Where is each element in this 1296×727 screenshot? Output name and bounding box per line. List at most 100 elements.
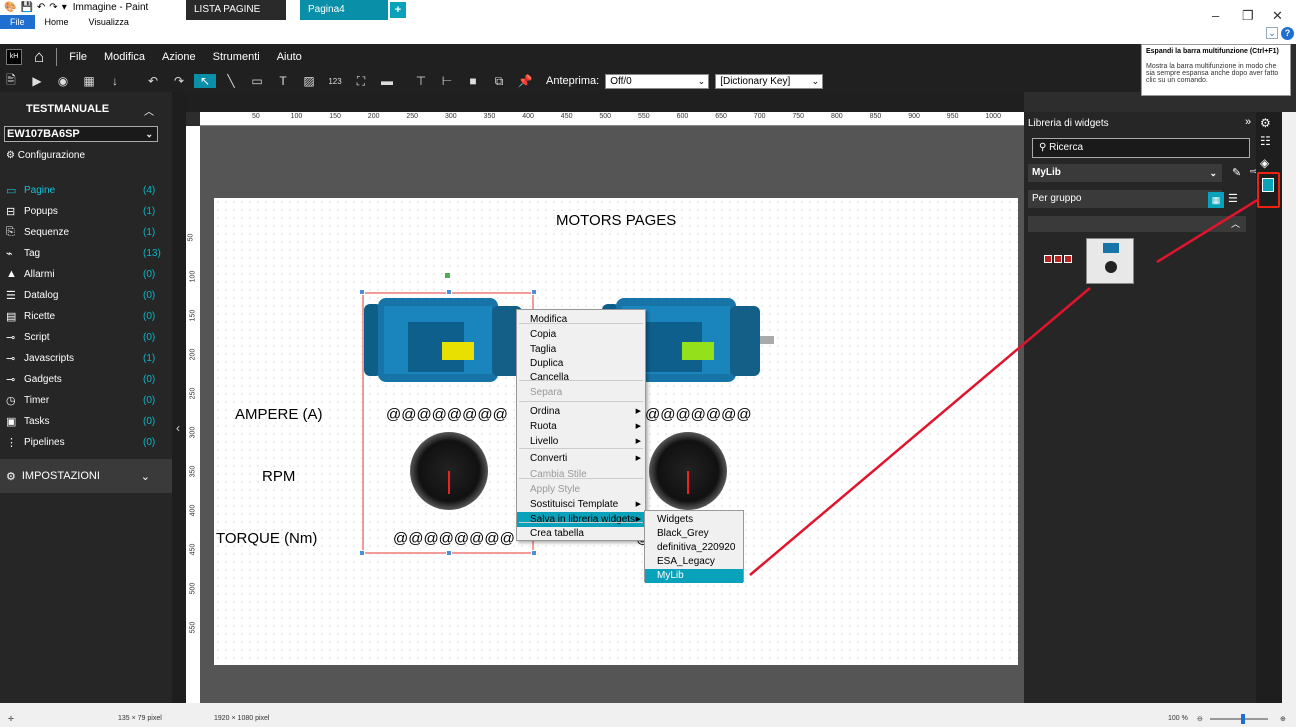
list-view-icon[interactable]: ☰ <box>1228 192 1238 205</box>
context-menu-item[interactable]: Taglia <box>517 342 645 357</box>
tab-pagina4[interactable]: Pagina4 <box>300 0 388 20</box>
tab-page-list[interactable]: LISTA PAGINE <box>186 0 286 20</box>
resize-handle[interactable] <box>531 289 537 295</box>
library-submenu-item[interactable]: Black_Grey <box>645 527 743 541</box>
context-menu-item[interactable]: Copia <box>517 327 645 342</box>
sidebar-item-timer[interactable]: ◷ Timer (0) <box>0 390 172 410</box>
preview-select[interactable]: Off/0 ⌄ <box>605 73 710 89</box>
pointer-tool-icon[interactable]: ↖ <box>194 74 216 88</box>
button-tool-icon[interactable]: ▬ <box>376 74 398 88</box>
run-icon[interactable]: ▶ <box>26 74 48 88</box>
align-left-icon[interactable]: ⊢ <box>436 74 458 88</box>
sidebar-item-script[interactable]: ⊸ Script (0) <box>0 327 172 347</box>
context-menu-item[interactable]: Livello ▶ <box>517 434 645 449</box>
chevron-up-icon[interactable]: ︿ <box>144 103 154 118</box>
layers-icon[interactable]: ◈ <box>1260 156 1269 170</box>
group-by-select[interactable]: Per gruppo⌄ <box>1028 190 1222 208</box>
properties-icon[interactable]: ☷ <box>1260 134 1271 148</box>
ampere-label[interactable]: AMPERE (A) <box>235 406 323 423</box>
device-select[interactable]: EW107BA6SP ⌄ <box>4 126 158 142</box>
undo-tool-icon[interactable]: ↶ <box>142 74 164 88</box>
selection-box[interactable] <box>362 292 534 554</box>
zoom-out-icon[interactable]: ⊖ <box>1197 715 1203 723</box>
ampere-value-right[interactable]: @@@@@@@ <box>645 406 752 423</box>
download-icon[interactable]: ↓ <box>104 74 126 88</box>
widget-thumbnail-motor[interactable] <box>1086 238 1134 284</box>
ribbon-tab-file[interactable]: File <box>0 15 35 29</box>
text-tool-icon[interactable]: T <box>272 74 294 88</box>
context-menu-item[interactable]: Ruota ▶ <box>517 419 645 434</box>
redo-tool-icon[interactable]: ↷ <box>168 74 190 88</box>
menu-edit[interactable]: Modifica <box>104 51 145 63</box>
rpm-label[interactable]: RPM <box>262 468 295 485</box>
library-search-input[interactable]: ⚲ Ricerca <box>1032 138 1250 158</box>
resize-handle[interactable] <box>446 289 452 295</box>
build-icon[interactable]: ▦ <box>78 74 100 88</box>
save-project-icon[interactable]: 🖹 <box>0 71 22 92</box>
panel-splitter[interactable] <box>172 92 186 703</box>
context-menu-item[interactable]: Crea tabella <box>517 526 645 541</box>
home-icon[interactable]: ⌂ <box>34 47 44 67</box>
maximize-button[interactable]: ❐ <box>1242 8 1254 24</box>
sidebar-item-pipelines[interactable]: ⋮ Pipelines (0) <box>0 432 172 452</box>
settings-icon[interactable]: ⚙ <box>1260 116 1271 130</box>
library-submenu-item[interactable]: Widgets <box>645 513 743 527</box>
sidebar-item-pagine[interactable]: ▭ Pagine (4) <box>0 180 172 200</box>
widget-library-icon[interactable] <box>1262 178 1274 192</box>
zoom-in-icon[interactable]: ⊕ <box>1280 715 1286 723</box>
group-header[interactable]: ︿ <box>1028 216 1246 232</box>
menu-tools[interactable]: Strumenti <box>213 51 260 63</box>
context-menu-item[interactable]: Modifica <box>517 312 645 327</box>
save-icon[interactable]: 💾 <box>20 2 32 13</box>
frame-tool-icon[interactable]: ⛶ <box>350 74 372 89</box>
close-button[interactable]: ✕ <box>1272 8 1283 24</box>
menu-help[interactable]: Aiuto <box>277 51 302 63</box>
image-tool-icon[interactable]: ▨ <box>298 74 320 88</box>
resize-handle[interactable] <box>359 550 365 556</box>
context-menu-item[interactable]: Converti ▶ <box>517 451 645 466</box>
numeric-field-icon[interactable]: 123 <box>324 77 346 86</box>
collapse-right-icon[interactable]: » <box>1245 116 1251 128</box>
ribbon-tab-view[interactable]: Visualizza <box>79 15 139 29</box>
context-menu-item[interactable]: Sostituisci Template ▶ <box>517 497 645 512</box>
vertical-scrollbar[interactable] <box>1282 112 1296 703</box>
configuration-link[interactable]: ⚙ Configurazione <box>6 150 85 161</box>
add-tab-button[interactable]: + <box>390 2 406 18</box>
library-submenu-item[interactable]: definitiva_220920 <box>645 541 743 555</box>
sidebar-item-popups[interactable]: ⊟ Popups (1) <box>0 201 172 221</box>
sidebar-item-ricette[interactable]: ▤ Ricette (0) <box>0 306 172 326</box>
sidebar-item-gadgets[interactable]: ⊸ Gadgets (0) <box>0 369 172 389</box>
resize-handle[interactable] <box>531 550 537 556</box>
sidebar-item-tag[interactable]: ⌁ Tag (13) <box>0 243 172 263</box>
zoom-slider-thumb[interactable] <box>1241 714 1245 724</box>
context-menu-item[interactable]: Cancella <box>517 370 645 385</box>
library-select[interactable]: MyLib ⌄ <box>1028 164 1222 182</box>
library-submenu-item[interactable]: MyLib <box>645 569 743 583</box>
resize-icon[interactable]: ■ <box>462 74 484 88</box>
rectangle-tool-icon[interactable]: ▭ <box>246 74 268 88</box>
context-menu-item[interactable]: Ordina ▶ <box>517 404 645 419</box>
redo-icon[interactable]: ↷ <box>49 2 57 13</box>
grid-view-icon[interactable]: ▦ <box>1208 192 1224 208</box>
sidebar-item-tasks[interactable]: ▣ Tasks (0) <box>0 411 172 431</box>
resize-handle[interactable] <box>359 289 365 295</box>
context-menu-item[interactable]: Duplica <box>517 356 645 371</box>
rpm-gauge-right[interactable] <box>649 432 727 510</box>
library-submenu-item[interactable]: ESA_Legacy <box>645 555 743 569</box>
menu-file[interactable]: File <box>69 51 87 63</box>
align-top-icon[interactable]: ⊤ <box>410 74 432 88</box>
sidebar-item-sequenze[interactable]: ⎘ Sequenze (1) <box>0 222 172 242</box>
sidebar-item-javascripts[interactable]: ⊸ Javascripts (1) <box>0 348 172 368</box>
torque-label[interactable]: TORQUE (Nm) <box>216 530 317 547</box>
minimize-button[interactable]: – <box>1212 8 1219 23</box>
sidebar-item-datalog[interactable]: ☰ Datalog (0) <box>0 285 172 305</box>
widget-thumbnail-buttons[interactable] <box>1044 255 1074 265</box>
resize-handle[interactable] <box>446 550 452 556</box>
horizontal-scrollbar[interactable] <box>0 703 1296 712</box>
expand-ribbon-button[interactable]: ⌄ <box>1266 27 1278 39</box>
settings-section[interactable]: ⚙ IMPOSTAZIONI ⌄ <box>0 459 172 493</box>
zoom-slider[interactable] <box>1210 718 1268 720</box>
undo-icon[interactable]: ↶ <box>37 2 45 13</box>
close-tab-icon[interactable]: × <box>288 2 294 13</box>
ribbon-tab-home[interactable]: Home <box>35 15 79 29</box>
